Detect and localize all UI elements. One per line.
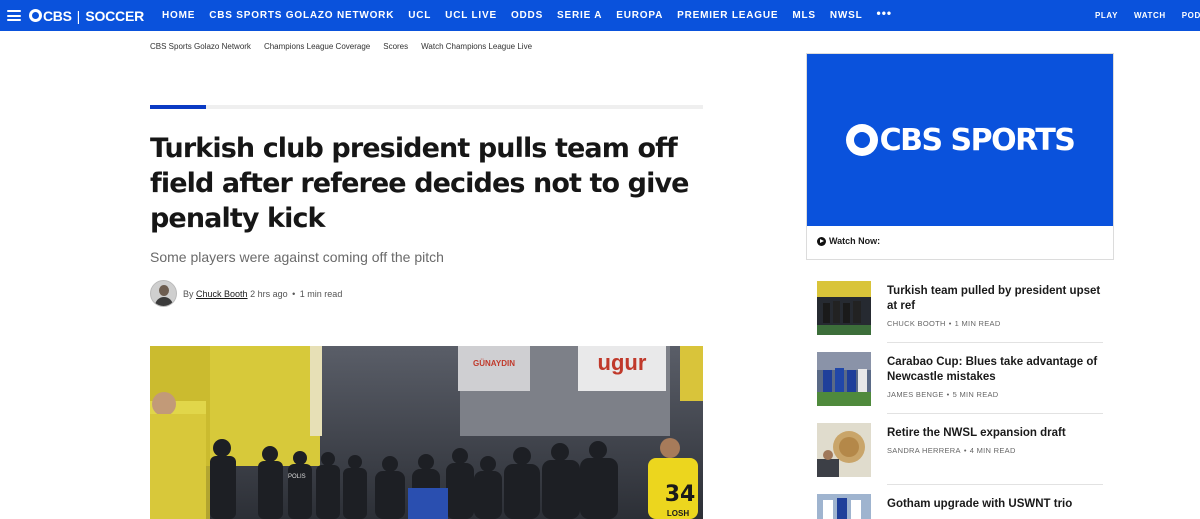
hero-police-text: POLIS	[288, 474, 306, 480]
story-divider	[887, 413, 1103, 414]
nav-link-mls[interactable]: MLS	[792, 10, 816, 21]
story-author: JAMES BENGE	[887, 390, 944, 399]
story-title[interactable]: Carabao Cup: Blues take advantage of New…	[887, 355, 1107, 385]
story-title[interactable]: Turkish team pulled by president upset a…	[887, 284, 1107, 314]
subnav-link-watch-champions-league[interactable]: Watch Champions League Live	[421, 42, 532, 51]
hero-photo-illustration: GÜNAYDIN ugur POLIS 34 LOSH	[150, 346, 703, 519]
author-avatar[interactable]	[150, 280, 177, 307]
author-link[interactable]: Chuck Booth	[196, 289, 248, 299]
publish-time: 2 hrs ago	[250, 288, 288, 299]
story-title[interactable]: Retire the NWSL expansion draft	[887, 426, 1107, 441]
hero-jersey-number: 34	[665, 482, 696, 507]
read-time: 1 min read	[299, 288, 343, 299]
story-thumbnail[interactable]	[817, 423, 871, 477]
subnav-link-scores[interactable]: Scores	[383, 42, 408, 51]
cbs-eye-icon	[845, 124, 878, 156]
hamburger-menu-icon[interactable]	[7, 10, 21, 21]
hero-jersey-name: LOSH	[667, 509, 689, 518]
nav-link-play[interactable]: PLAY	[1095, 11, 1118, 20]
logo-separator: |	[76, 7, 81, 24]
watch-now-bar[interactable]: Watch Now:	[807, 226, 1113, 256]
story-thumbnail[interactable]	[817, 494, 871, 519]
related-story[interactable]: Turkish team pulled by president upset a…	[817, 281, 1104, 335]
nav-link-ucl-live[interactable]: UCL LIVE	[445, 10, 497, 21]
story-divider	[887, 342, 1103, 343]
more-menu-icon[interactable]: •••	[877, 6, 893, 21]
story-meta: CHUCK BOOTH • 1 MIN READ	[887, 319, 1001, 328]
nav-link-serie-a[interactable]: SERIE A	[557, 10, 602, 21]
meta-separator: •	[946, 390, 950, 399]
article-accent-bar	[150, 105, 703, 109]
video-player-card[interactable]: CBS SPORTS Watch Now:	[806, 53, 1114, 260]
watch-now-label: Watch Now:	[829, 236, 881, 246]
subnav-link-champions-league-coverage[interactable]: Champions League Coverage	[264, 42, 370, 51]
story-title[interactable]: Gotham upgrade with USWNT trio	[887, 497, 1107, 512]
story-author: SANDRA HERRERA	[887, 446, 961, 455]
story-thumbnail[interactable]	[817, 281, 871, 335]
story-read-time: 1 MIN READ	[954, 319, 1001, 328]
nav-link-golazo-network[interactable]: CBS SPORTS GOLAZO NETWORK	[209, 10, 394, 21]
article-hero-image[interactable]: GÜNAYDIN ugur POLIS 34 LOSH	[150, 346, 703, 519]
byline-prefix: By	[183, 288, 194, 299]
story-author: CHUCK BOOTH	[887, 319, 946, 328]
cbs-sports-logo: CBS SPORTS	[845, 122, 1076, 158]
nav-link-europa[interactable]: EUROPA	[616, 10, 663, 21]
logo-brand: CBS	[43, 7, 72, 24]
nav-link-watch[interactable]: WATCH	[1134, 11, 1166, 20]
article-dek: Some players were against coming off the…	[150, 249, 444, 265]
story-meta: JAMES BENGE • 5 MIN READ	[887, 390, 999, 399]
nav-link-premier-league[interactable]: PREMIER LEAGUE	[677, 10, 778, 21]
story-meta: SANDRA HERRERA • 4 MIN READ	[887, 446, 1016, 455]
section-subnav: CBS Sports Golazo Network Champions Leag…	[150, 42, 545, 51]
primary-nav-links: HOME CBS SPORTS GOLAZO NETWORK UCL UCL L…	[162, 6, 892, 21]
hero-sign-gunaydin: GÜNAYDIN	[473, 359, 515, 368]
cbs-eye-icon	[29, 9, 42, 22]
cbs-sports-logo-text: CBS SPORTS	[879, 122, 1076, 158]
related-story[interactable]: Gotham upgrade with USWNT trio	[817, 494, 1104, 519]
byline-separator: •	[292, 288, 296, 299]
cbs-soccer-logo[interactable]: CBS | SOCCER	[29, 8, 144, 24]
nav-link-odds[interactable]: ODDS	[511, 10, 543, 21]
nav-link-ucl[interactable]: UCL	[408, 10, 431, 21]
top-navigation: CBS | SOCCER HOME CBS SPORTS GOLAZO NETW…	[0, 0, 1200, 31]
meta-separator: •	[963, 446, 967, 455]
secondary-nav-links: PLAY WATCH PODCA	[1095, 0, 1200, 31]
byline-text: By Chuck Booth 2 hrs ago • 1 min read	[183, 289, 342, 299]
accent-bar-fill	[150, 105, 206, 109]
related-story[interactable]: Carabao Cup: Blues take advantage of New…	[817, 352, 1104, 406]
video-poster[interactable]: CBS SPORTS	[807, 54, 1113, 226]
related-story[interactable]: Retire the NWSL expansion draft SANDRA H…	[817, 423, 1104, 477]
article-headline: Turkish club president pulls team off fi…	[150, 133, 689, 234]
story-thumbnail[interactable]	[817, 352, 871, 406]
nav-link-podcasts[interactable]: PODCA	[1182, 11, 1200, 20]
story-read-time: 4 MIN READ	[969, 446, 1016, 455]
story-read-time: 5 MIN READ	[952, 390, 999, 399]
nav-link-nwsl[interactable]: NWSL	[830, 10, 863, 21]
meta-separator: •	[948, 319, 952, 328]
logo-section: SOCCER	[85, 7, 145, 24]
hero-sign-ugur: ugur	[598, 350, 647, 375]
story-divider	[887, 484, 1103, 485]
play-icon	[817, 236, 826, 246]
nav-link-home[interactable]: HOME	[162, 10, 195, 21]
subnav-link-golazo-network[interactable]: CBS Sports Golazo Network	[150, 42, 251, 51]
article-byline: By Chuck Booth 2 hrs ago • 1 min read	[150, 280, 342, 307]
